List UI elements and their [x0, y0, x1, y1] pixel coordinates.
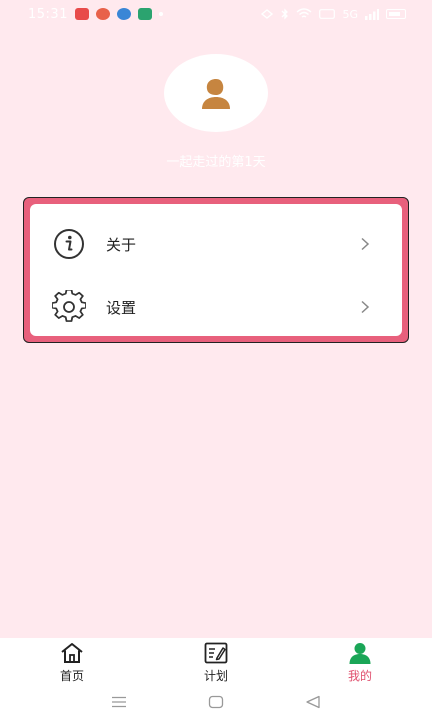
more-notifications-dot-icon [158, 12, 163, 16]
network-type-label: 5G [342, 7, 358, 21]
home-button[interactable] [206, 694, 226, 710]
menu-lines-icon [111, 696, 126, 708]
menu-list: 关于 设置 [30, 204, 402, 336]
profile-screen: 15:31 5G 一起走过的第1天 关于 设置 [0, 0, 432, 638]
plan-edit-icon [204, 642, 228, 664]
notification-app-icon [116, 8, 131, 20]
bottom-nav: 首页 计划 我的 [0, 638, 432, 684]
bluetooth-icon [282, 8, 289, 20]
notification-app-icon [137, 8, 152, 20]
chevron-right-icon [361, 300, 370, 314]
square-home-icon [208, 695, 224, 709]
info-icon [54, 229, 84, 259]
notification-app-icon [95, 8, 110, 20]
menu-item-about[interactable]: 关于 [30, 214, 402, 274]
tab-home[interactable]: 首页 [0, 638, 144, 684]
days-together-text: 一起走过的第1天 [166, 155, 266, 170]
chevron-right-icon [361, 237, 370, 251]
menu-button[interactable] [109, 694, 129, 710]
hd-icon [319, 9, 336, 19]
signal-icon [365, 8, 379, 20]
tab-mine-label: 我的 [347, 669, 372, 683]
system-nav-bar [0, 684, 432, 720]
menu-card: 关于 设置 [23, 197, 409, 343]
back-triangle-icon [306, 695, 320, 709]
status-time: 15:31 [28, 6, 68, 22]
tab-home-label: 首页 [59, 669, 84, 683]
tab-mine[interactable]: 我的 [288, 638, 432, 684]
person-icon [202, 79, 230, 109]
status-left: 15:31 [28, 7, 163, 22]
wifi-icon [297, 8, 312, 18]
data-sync-icon [261, 9, 274, 19]
tab-plan[interactable]: 计划 [144, 638, 288, 684]
menu-item-settings[interactable]: 设置 [30, 277, 402, 337]
avatar[interactable] [164, 54, 268, 132]
gear-icon [52, 290, 86, 322]
home-icon [61, 643, 83, 663]
notification-app-icon [74, 8, 89, 20]
menu-item-label: 关于 [106, 235, 137, 254]
menu-item-label: 设置 [106, 298, 137, 317]
person-icon [349, 643, 371, 664]
tab-plan-label: 计划 [203, 669, 228, 683]
back-button[interactable] [303, 694, 323, 710]
status-right: 5G [260, 8, 406, 21]
battery-icon [386, 9, 406, 19]
status-bar: 15:31 5G [0, 0, 432, 28]
